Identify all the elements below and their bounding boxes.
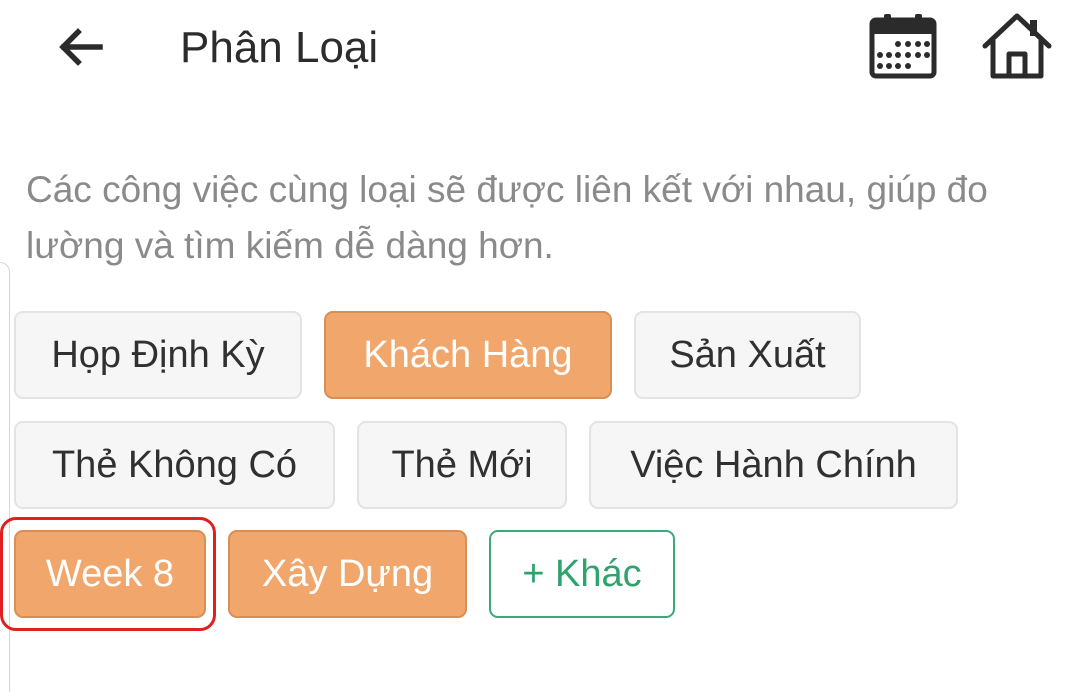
home-button[interactable]	[980, 10, 1054, 82]
tag-week-8[interactable]: Week 8	[14, 530, 206, 618]
tag-xay-dung[interactable]: Xây Dựng	[228, 530, 467, 618]
side-panel-edge	[0, 262, 10, 692]
tag-san-xuat[interactable]: Sản Xuất	[634, 311, 861, 399]
arrow-left-icon	[59, 28, 103, 66]
tag-hop-dinh-ky[interactable]: Họp Định Kỳ	[14, 311, 302, 399]
add-tag-button[interactable]: + Khác	[489, 530, 675, 618]
app-header: Phân Loại	[0, 0, 1080, 100]
home-icon	[982, 13, 1052, 79]
tag-khach-hang[interactable]: Khách Hàng	[324, 311, 612, 399]
category-description: Các công việc cùng loại sẽ được liên kết…	[26, 169, 988, 266]
calendar-icon	[869, 14, 937, 79]
tag-the-khong-co[interactable]: Thẻ Không Có	[14, 421, 335, 509]
page-title: Phân Loại	[180, 23, 379, 72]
tag-viec-hanh-chinh[interactable]: Việc Hành Chính	[589, 421, 958, 509]
tag-the-moi[interactable]: Thẻ Mới	[357, 421, 567, 509]
calendar-button[interactable]	[866, 12, 940, 82]
back-button[interactable]	[48, 18, 112, 76]
